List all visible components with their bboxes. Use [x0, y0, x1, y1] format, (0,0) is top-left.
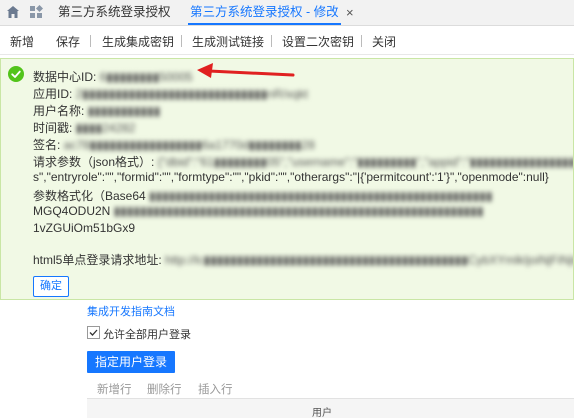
toolbar-divider — [90, 35, 91, 47]
allow-all-users-checkbox[interactable] — [87, 326, 100, 339]
base64-tail-label: 1vZGUiOm51bGx9 — [33, 221, 136, 235]
tab-login-auth[interactable]: 第三方系统登录授权 — [58, 0, 171, 25]
username-label: 用户名称: — [33, 104, 85, 118]
username-value: ▮▮▮▮▮▮▮▮▮▮▮ — [87, 104, 161, 118]
base64-tail-line: 1vZGUiOm51bGx9 — [33, 221, 135, 235]
datacenter-id-line: 数据中心ID: 6▮▮▮▮▮▮▮▮50005 — [33, 68, 193, 85]
home-icon[interactable] — [6, 5, 20, 19]
h5-sso-url-label: html5单点登录请求地址: — [33, 253, 162, 267]
save-button[interactable]: 保存 — [56, 33, 80, 50]
signature-line: 签名: ac78▮▮▮▮▮▮▮▮▮▮▮▮▮▮▮▮▮6a1770d▮▮▮▮▮▮▮▮… — [33, 136, 315, 153]
row-toolbar: 新增行 删除行 插入行 — [87, 378, 574, 398]
apps-grid-icon[interactable] — [29, 5, 43, 19]
toolbar-divider — [181, 35, 182, 47]
timestamp-line: 时间戳: ▮▮▮▮24282 — [33, 119, 135, 136]
success-notice: 数据中心ID: 6▮▮▮▮▮▮▮▮50005 应用ID: 2▮▮▮▮▮▮▮▮▮▮… — [0, 58, 574, 300]
app-id-line: 应用ID: 2▮▮▮▮▮▮▮▮▮▮▮▮▮▮▮▮▮▮▮▮▮▮▮▮▮▮▮▮nR/xq… — [33, 85, 308, 102]
app-id-label: 应用ID: — [33, 87, 73, 101]
toolbar: 新增 保存 生成集成密钥 生成测试链接 设置二次密钥 关闭 — [0, 26, 574, 55]
timestamp-value: ▮▮▮▮24282 — [75, 121, 136, 135]
tab-bar: 第三方系统登录授权 第三方系统登录授权 - 修改 × — [0, 0, 574, 26]
annotation-arrow-icon — [197, 63, 295, 78]
insert-row-button[interactable]: 插入行 — [198, 381, 233, 397]
assign-users-button[interactable]: 指定用户登录 — [87, 351, 175, 373]
signature-label: 签名: — [33, 138, 61, 152]
h5-sso-url-value: http://lc▮▮▮▮▮▮▮▮▮▮▮▮▮▮▮▮▮▮▮▮▮▮▮▮▮▮▮▮▮▮▮… — [165, 253, 573, 267]
request-params-line: 请求参数（json格式）: {"dbid":"61▮▮▮▮▮▮▮▮05","us… — [33, 153, 574, 170]
user-table-header: 用户 — [87, 398, 574, 418]
request-params-continued: s","entryrole":"","formid":"","formtype"… — [33, 170, 549, 184]
add-row-button[interactable]: 新增行 — [97, 381, 132, 397]
app-id-value: 2▮▮▮▮▮▮▮▮▮▮▮▮▮▮▮▮▮▮▮▮▮▮▮▮▮▮▮▮nR/xqkt — [75, 87, 308, 101]
request-params-continued-value: s","entryrole":"","formid":"","formtype"… — [33, 170, 549, 184]
h5-sso-url-line: html5单点登录请求地址: http://lc▮▮▮▮▮▮▮▮▮▮▮▮▮▮▮▮… — [33, 251, 573, 268]
base64-params-line: 参数格式化（Base64 ▮▮▮▮▮▮▮▮▮▮▮▮▮▮▮▮▮▮▮▮▮▮▮▮▮▮▮… — [33, 187, 492, 204]
checkmark-icon — [89, 329, 98, 336]
base64-continued-label: MGQ4ODU2N — [33, 204, 111, 218]
base64-continued-value: ▮▮▮▮▮▮▮▮▮▮▮▮▮▮▮▮▮▮▮▮▮▮▮▮▮▮▮▮▮▮▮▮▮▮▮▮▮▮▮▮… — [113, 204, 484, 218]
signature-value: ac78▮▮▮▮▮▮▮▮▮▮▮▮▮▮▮▮▮6a1770d▮▮▮▮▮▮▮▮28 — [63, 138, 315, 152]
close-tab-icon[interactable]: × — [346, 0, 354, 25]
allow-all-users-label: 允许全部用户登录 — [103, 329, 191, 341]
datacenter-id-label: 数据中心ID: — [33, 70, 97, 84]
tab-login-auth-edit[interactable]: 第三方系统登录授权 - 修改 — [188, 0, 341, 25]
delete-row-button[interactable]: 删除行 — [147, 381, 182, 397]
toolbar-divider — [271, 35, 272, 47]
request-params-value: {"dbid":"61▮▮▮▮▮▮▮▮05","username":"▮▮▮▮▮… — [157, 155, 574, 169]
new-button[interactable]: 新增 — [10, 33, 34, 50]
timestamp-label: 时间戳: — [33, 121, 73, 135]
toolbar-divider — [361, 35, 362, 47]
integration-guide-link[interactable]: 集成开发指南文档 — [87, 303, 175, 319]
generate-integration-key-button[interactable]: 生成集成密钥 — [102, 33, 174, 50]
username-line: 用户名称: ▮▮▮▮▮▮▮▮▮▮▮ — [33, 102, 160, 119]
base64-params-value: ▮▮▮▮▮▮▮▮▮▮▮▮▮▮▮▮▮▮▮▮▮▮▮▮▮▮▮▮▮▮▮▮▮▮▮▮▮▮▮▮… — [149, 189, 493, 203]
close-button[interactable]: 关闭 — [372, 33, 396, 50]
confirm-button[interactable]: 确定 — [33, 276, 69, 297]
generate-test-link-button[interactable]: 生成测试链接 — [192, 33, 264, 50]
base64-continued-line: MGQ4ODU2N ▮▮▮▮▮▮▮▮▮▮▮▮▮▮▮▮▮▮▮▮▮▮▮▮▮▮▮▮▮▮… — [33, 204, 483, 218]
base64-params-label: 参数格式化（Base64 — [33, 189, 146, 203]
user-column-header: 用户 — [312, 408, 332, 418]
success-check-icon — [8, 66, 24, 82]
set-secondary-key-button[interactable]: 设置二次密钥 — [282, 33, 354, 50]
datacenter-id-value: 6▮▮▮▮▮▮▮▮50005 — [99, 70, 193, 84]
request-params-label: 请求参数（json格式）: — [33, 155, 155, 169]
